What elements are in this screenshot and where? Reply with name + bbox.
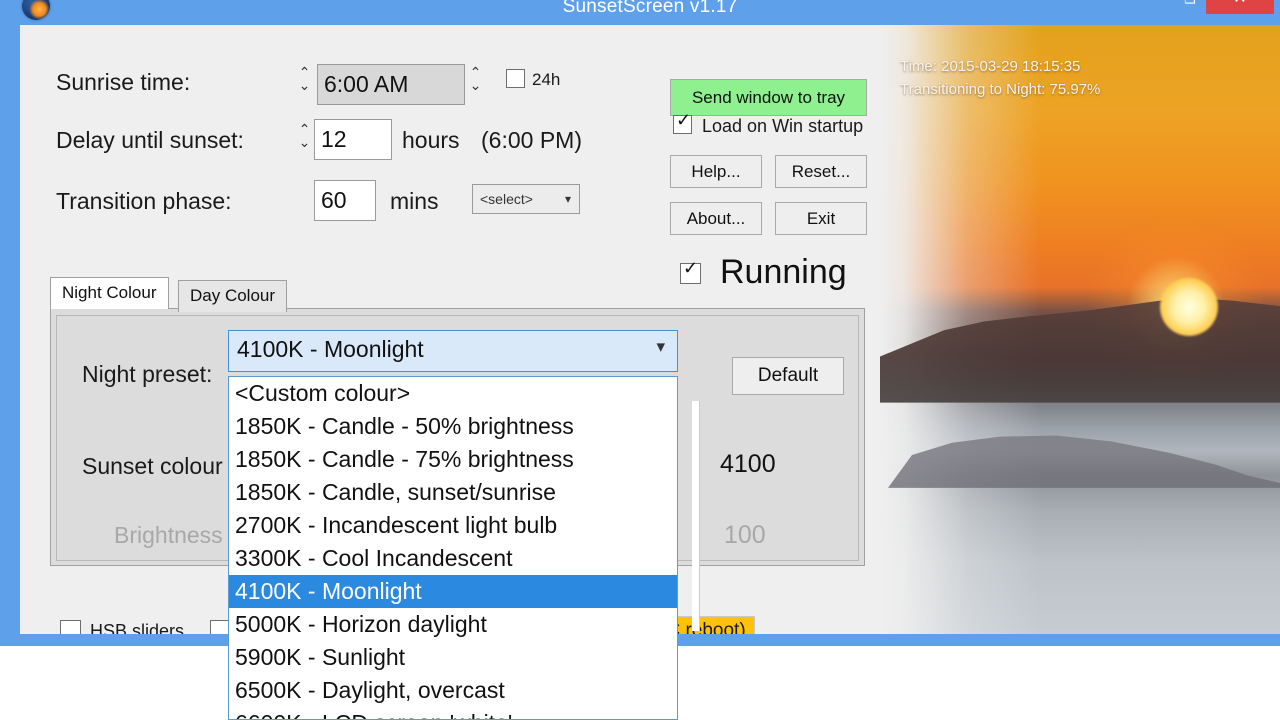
- dropdown-option[interactable]: 5000K - Horizon daylight: [229, 608, 677, 641]
- dropdown-option[interactable]: 4100K - Moonlight: [229, 575, 677, 608]
- default-button[interactable]: Default: [732, 357, 844, 395]
- title-bar[interactable]: SunsetScreen v1.17 – ❑ ✕: [10, 0, 1280, 25]
- window-title: SunsetScreen v1.17: [562, 0, 738, 17]
- hsb-sliders-label: HSB sliders: [90, 621, 185, 634]
- exit-button[interactable]: Exit: [775, 202, 867, 235]
- dropdown-option[interactable]: 6600K - LCD screen 'white': [229, 707, 677, 719]
- about-button[interactable]: About...: [670, 202, 762, 235]
- transition-phase-label: Transition phase:: [56, 188, 232, 214]
- sunrise-time-label: Sunrise time:: [56, 69, 191, 95]
- checkbox-24h[interactable]: [506, 69, 525, 88]
- night-preset-label: Night preset:: [82, 361, 213, 387]
- photo-sun: [1160, 277, 1218, 336]
- minimize-button[interactable]: –: [1115, 0, 1161, 14]
- spinner-down-icon[interactable]: ⌄: [297, 135, 312, 149]
- send-window-to-tray-button[interactable]: Send window to tray: [670, 79, 867, 116]
- photo-island-silhouette: [888, 435, 1280, 488]
- night-preset-combobox[interactable]: 4100K - Moonlight ▾: [228, 330, 678, 372]
- delay-hours-input[interactable]: 12: [314, 119, 392, 160]
- dropdown-option[interactable]: 1850K - Candle - 75% brightness: [229, 443, 677, 476]
- brightness-value: 100: [724, 521, 766, 549]
- dropdown-option[interactable]: 2700K - Incandescent light bulb: [229, 509, 677, 542]
- load-on-startup-label: Load on Win startup: [702, 116, 864, 136]
- dropdown-edge-sliver: [692, 401, 700, 631]
- night-preset-combobox-value: 4100K - Moonlight: [237, 336, 424, 362]
- sunrise-spinner-right[interactable]: ⌃ ⌄: [468, 65, 483, 106]
- sunset-photo: Time: 2015-03-29 18:15:35 Transitioning …: [880, 25, 1280, 634]
- help-button[interactable]: Help...: [670, 155, 762, 188]
- running-label: Running: [720, 253, 847, 291]
- status-overlay: Time: 2015-03-29 18:15:35 Transitioning …: [900, 55, 1240, 101]
- delay-unit-label: hours: [402, 127, 460, 153]
- delay-until-sunset-label: Delay until sunset:: [56, 127, 244, 153]
- dropdown-option[interactable]: 6500K - Daylight, overcast: [229, 674, 677, 707]
- dropdown-option[interactable]: 1850K - Candle - 50% brightness: [229, 410, 677, 443]
- spinner-down-icon[interactable]: ⌄: [468, 78, 483, 92]
- transition-unit-label: mins: [390, 188, 439, 214]
- sunset-colour-label: Sunset colour: [82, 453, 223, 479]
- dropdown-option[interactable]: 1850K - Candle, sunset/sunrise: [229, 476, 677, 509]
- dropdown-option[interactable]: 5900K - Sunlight: [229, 641, 677, 674]
- brightness-label: Brightness: [114, 522, 223, 548]
- checkbox-load-on-startup[interactable]: [673, 111, 692, 134]
- delay-spinner[interactable]: ⌃ ⌄: [297, 122, 312, 163]
- sunset-colour-value: 4100: [720, 450, 776, 478]
- transition-preset-select-value: <select>: [480, 191, 533, 207]
- reset-button[interactable]: Reset...: [775, 155, 867, 188]
- night-preset-dropdown-list[interactable]: <Custom colour> 1850K - Candle - 50% brig…: [228, 376, 678, 720]
- tab-day-colour[interactable]: Day Colour: [178, 280, 288, 312]
- status-time-line: Time: 2015-03-29 18:15:35: [900, 58, 1081, 75]
- spinner-down-icon[interactable]: ⌄: [297, 78, 312, 92]
- checkbox-hsb-sliders[interactable]: [60, 620, 81, 634]
- close-button[interactable]: ✕: [1206, 0, 1274, 14]
- status-transition-line: Transitioning to Night: 75.97%: [900, 81, 1101, 98]
- chevron-down-icon: ▾: [656, 337, 665, 356]
- delay-computed-time: (6:00 PM): [481, 127, 582, 153]
- chevron-down-icon: ▾: [564, 192, 571, 206]
- photo-hill-silhouette: [880, 297, 1280, 403]
- transition-mins-input[interactable]: 60: [314, 180, 376, 221]
- sunrise-spinner-left[interactable]: ⌃ ⌄: [297, 65, 312, 106]
- dropdown-option[interactable]: 3300K - Cool Incandescent: [229, 542, 677, 575]
- dropdown-option[interactable]: <Custom colour>: [229, 377, 677, 410]
- transition-preset-select[interactable]: <select> ▾: [472, 184, 580, 214]
- sunrise-time-input[interactable]: 6:00 AM: [317, 64, 465, 105]
- checkbox-24h-label: 24h: [532, 70, 561, 89]
- tab-night-colour[interactable]: Night Colour: [50, 277, 169, 309]
- checkbox-running[interactable]: [680, 259, 701, 284]
